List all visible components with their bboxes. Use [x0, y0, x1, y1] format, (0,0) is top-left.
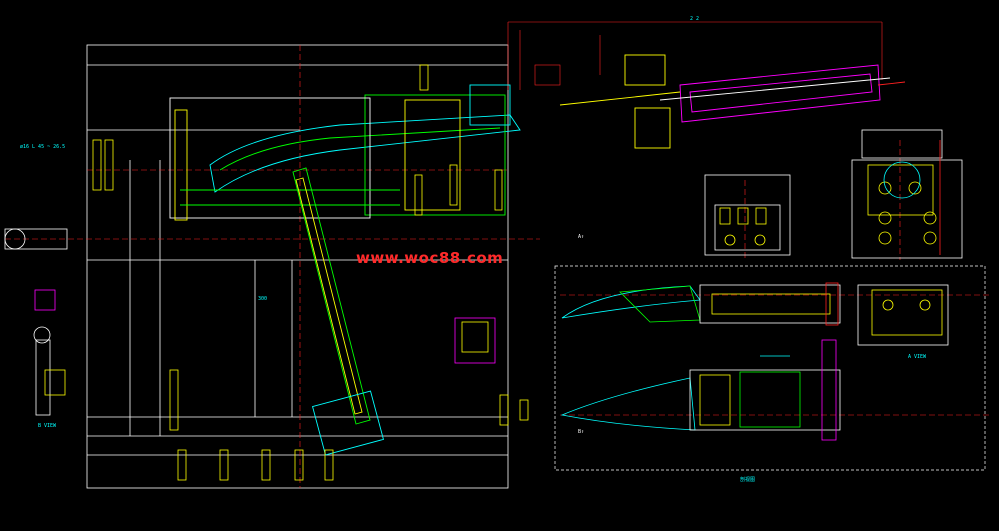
- tag-a: A↑: [578, 234, 584, 240]
- section-view-lower: [560, 339, 841, 441]
- detail-view-right: [851, 129, 963, 259]
- slide-body: [169, 84, 521, 221]
- b-view-label: B VIEW: [38, 423, 57, 429]
- section-view-detail: [857, 284, 949, 346]
- section-view-upper: [561, 282, 841, 326]
- vertical-dimension: 300: [258, 296, 267, 302]
- top-dimension-note: 2 2: [690, 16, 699, 22]
- dimension-lines: [507, 21, 883, 90]
- section-caption: 剖视图: [740, 476, 755, 483]
- spec-left-label: ø16 L 45 ~ 26.5: [20, 144, 65, 150]
- bolts: [92, 64, 529, 481]
- cylinder-assembly: [559, 54, 906, 149]
- a-view-label: A VIEW: [908, 354, 927, 360]
- section-view-frame: [554, 265, 986, 471]
- cad-drawing-canvas: ø16 L 45 ~ 26.5 B VIEW A VIEW 剖视图 2 2 30…: [0, 0, 999, 531]
- left-side-view: [4, 228, 68, 416]
- tag-b: B↑: [578, 429, 584, 435]
- detail-view-center: [704, 174, 791, 256]
- watermark-text: www.woc88.com: [356, 249, 504, 267]
- small-detail-part: [454, 317, 496, 364]
